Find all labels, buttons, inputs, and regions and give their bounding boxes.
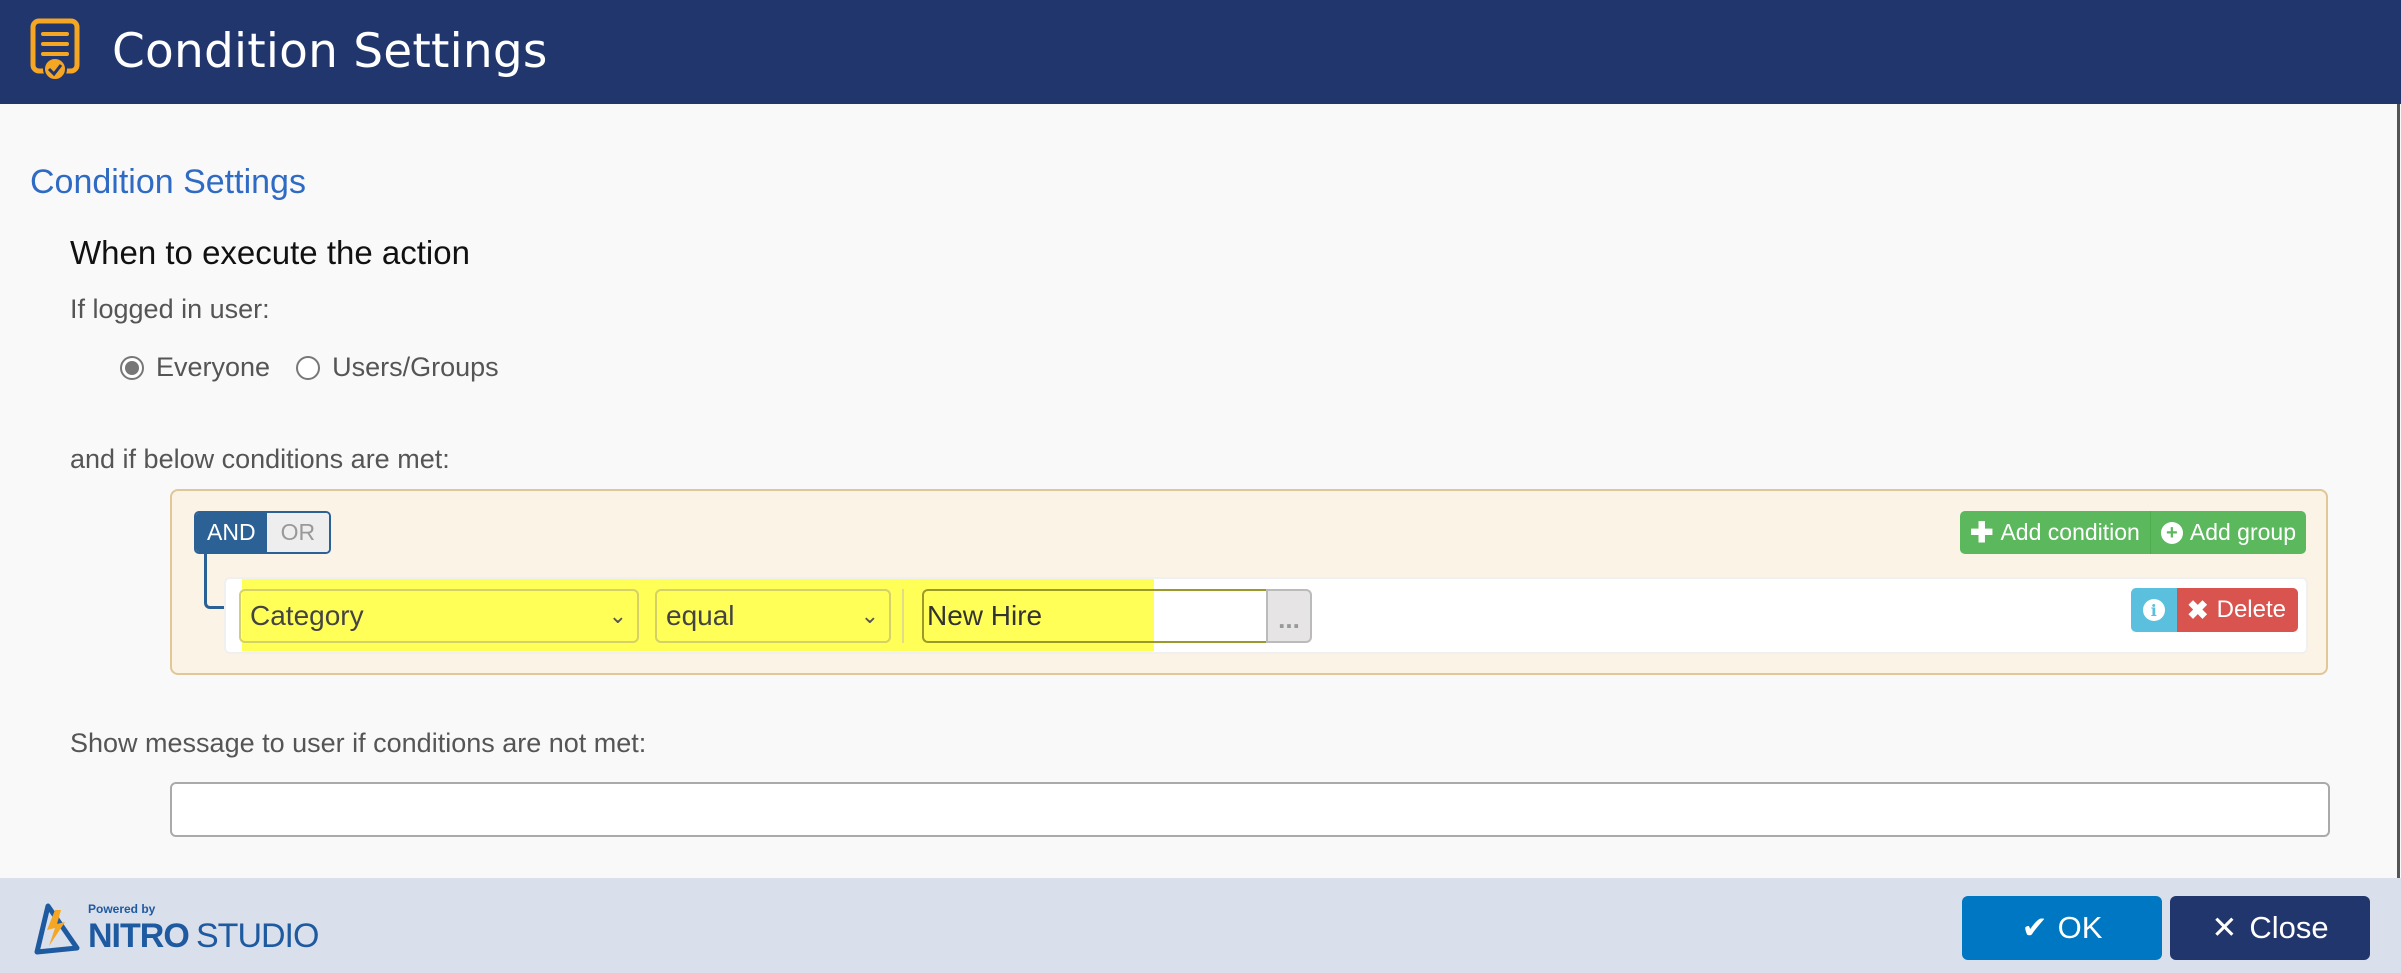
- rule-actions: i ✖ Delete: [2130, 588, 2298, 632]
- delete-button[interactable]: ✖ Delete: [2176, 588, 2298, 632]
- value-input[interactable]: New Hire: [922, 589, 1268, 643]
- powered-by-text: Powered by: [88, 902, 156, 916]
- dialog-header: Condition Settings: [0, 0, 2401, 104]
- dialog-footer: Powered by NITRO STUDIO ✔ OK ✕ Close: [0, 878, 2401, 973]
- condition-group: AND OR ✚ Add condition + Add group Categ…: [170, 489, 2328, 675]
- section-title: Condition Settings: [30, 163, 306, 201]
- add-group-label: Add group: [2189, 519, 2296, 545]
- message-label: Show message to user if conditions are n…: [70, 728, 647, 758]
- dialog-title: Condition Settings: [112, 24, 548, 79]
- chevron-down-icon: ⌄: [860, 603, 879, 628]
- tree-connector: [204, 553, 226, 609]
- and-button[interactable]: AND: [196, 513, 267, 552]
- chevron-down-icon: ⌄: [608, 603, 627, 628]
- close-icon: ✖: [2186, 594, 2209, 625]
- divider: [902, 589, 904, 643]
- radio-button[interactable]: [296, 355, 321, 380]
- ok-label: OK: [2057, 910, 2103, 945]
- rule-row: Category ⌄ equal ⌄ New Hire ... i ✖ Dele…: [224, 577, 2308, 654]
- user-label: If logged in user:: [70, 294, 270, 324]
- operator-select[interactable]: equal ⌄: [655, 589, 891, 643]
- info-icon: i: [2142, 599, 2165, 621]
- plus-circle-icon: +: [2160, 521, 2183, 544]
- radio-users-groups[interactable]: Users/Groups: [296, 352, 499, 383]
- add-group-button[interactable]: + Add group: [2149, 511, 2306, 554]
- and-or-toggle: AND OR: [194, 511, 332, 554]
- close-icon: ✕: [2211, 910, 2238, 945]
- checklist-badge-icon: [30, 18, 80, 81]
- brand-studio: STUDIO: [196, 917, 319, 955]
- browse-button[interactable]: ...: [1266, 589, 1312, 643]
- brand-nitro: NITRO: [88, 917, 190, 955]
- conditions-label: and if below conditions are met:: [70, 444, 450, 474]
- nitro-studio-logo: Powered by NITRO STUDIO: [33, 900, 333, 956]
- field-select-value: Category: [250, 600, 364, 631]
- close-button[interactable]: ✕ Close: [2170, 896, 2370, 960]
- field-select[interactable]: Category ⌄: [239, 589, 639, 643]
- add-condition-button[interactable]: ✚ Add condition: [1960, 511, 2150, 554]
- check-icon: ✔: [2021, 910, 2048, 945]
- info-button[interactable]: i: [2130, 588, 2177, 632]
- radio-everyone[interactable]: Everyone: [120, 352, 270, 383]
- add-buttons: ✚ Add condition + Add group: [1960, 511, 2306, 554]
- delete-label: Delete: [2216, 596, 2286, 623]
- radio-label: Everyone: [156, 352, 271, 382]
- operator-select-value: equal: [666, 600, 735, 631]
- scrollbar[interactable]: [2397, 104, 2400, 878]
- ok-button[interactable]: ✔ OK: [1962, 896, 2162, 960]
- add-condition-label: Add condition: [2000, 519, 2140, 545]
- radio-label: Users/Groups: [332, 352, 499, 382]
- radio-button[interactable]: [120, 355, 144, 380]
- plus-icon: ✚: [1970, 516, 1994, 548]
- user-radio-group: Everyone Users/Groups: [120, 352, 525, 383]
- execute-heading: When to execute the action: [70, 234, 470, 271]
- close-label: Close: [2249, 910, 2329, 945]
- nitro-logo-icon: [34, 903, 80, 955]
- or-button[interactable]: OR: [266, 513, 330, 552]
- message-input[interactable]: [170, 782, 2330, 837]
